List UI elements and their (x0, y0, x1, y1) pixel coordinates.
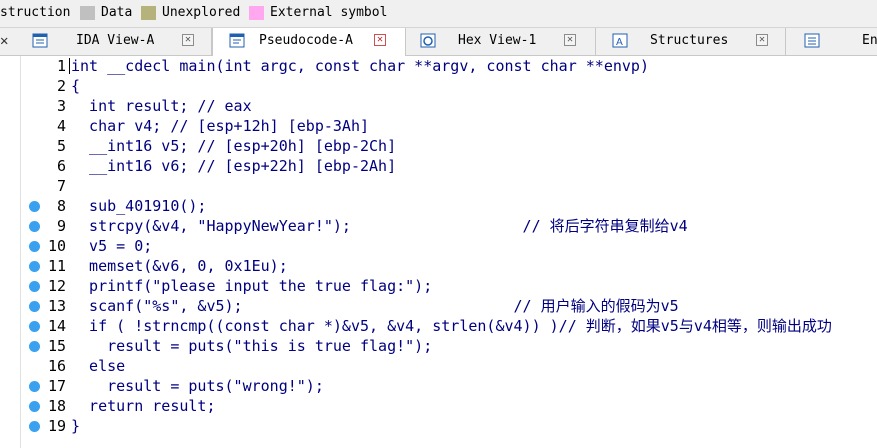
tab-label: Structures (650, 33, 729, 48)
legend-item-external-symbol: External symbol (270, 5, 388, 20)
line-number: 2 (56, 77, 66, 95)
code-text: int __cdecl main(int argc, const char **… (71, 57, 649, 75)
code-text: __int16 v6; // [esp+22h] [ebp-2Ah] (71, 157, 397, 175)
tab-ida-view-a[interactable]: IDA View-A ✕ (22, 28, 212, 55)
line-number: 12 (47, 277, 66, 295)
line-number: 16 (47, 357, 66, 375)
code-text: memset(&v6, 0, 0x1Eu); (71, 257, 288, 275)
line-number: 1 (56, 57, 66, 75)
code-text: } (71, 417, 81, 435)
code-line[interactable]: 17 result = puts("wrong!"); (0, 376, 877, 396)
code-line[interactable]: 6 __int16 v6; // [esp+22h] [ebp-2Ah] (0, 156, 877, 176)
code-line[interactable]: 7 (0, 176, 877, 196)
code-text: scanf("%s", &v5); // 用户输入的假码为v5 (71, 297, 679, 315)
code-line[interactable]: 3 int result; // eax (0, 96, 877, 116)
tab-label: En (862, 33, 877, 48)
tab-label: Hex View-1 (458, 33, 537, 48)
structures-icon: A (612, 33, 628, 48)
code-line[interactable]: 2{ (0, 76, 877, 96)
code-line[interactable]: 16 else (0, 356, 877, 376)
legend-swatch-data (80, 6, 95, 20)
code-line[interactable]: 11 memset(&v6, 0, 0x1Eu); (0, 256, 877, 276)
legend-item-unexplored: Unexplored (162, 5, 241, 20)
code-text: else (71, 357, 126, 375)
tab-hex-view-1[interactable]: Hex View-1 ✕ (406, 28, 596, 55)
ida-view-icon (32, 33, 48, 48)
tab-enums[interactable]: En (786, 28, 877, 55)
code-text: return result; (71, 397, 216, 415)
line-number: 6 (56, 157, 66, 175)
tab-close-icon[interactable]: ✕ (564, 34, 576, 46)
line-number: 11 (47, 257, 66, 275)
line-number: 18 (47, 397, 66, 415)
line-number: 5 (56, 137, 66, 155)
tab-bar: ✕ IDA View-A ✕ Pseudocode-A ✕ Hex View-1… (0, 28, 877, 56)
pseudocode-icon (229, 33, 245, 48)
code-text: { (71, 77, 81, 95)
tab-close-icon[interactable]: ✕ (182, 34, 194, 46)
tab-close-icon[interactable]: ✕ (374, 34, 386, 46)
code-line[interactable]: 15 result = puts("this is true flag!"); (0, 336, 877, 356)
code-text: __int16 v5; // [esp+20h] [ebp-2Ch] (71, 137, 397, 155)
code-line[interactable]: 1 int __cdecl main(int argc, const char *… (0, 56, 877, 76)
code-line[interactable]: 9 strcpy(&v4, "HappyNewYear!"); // 将后字符串… (0, 216, 877, 236)
code-text: result = puts("this is true flag!"); (71, 337, 433, 355)
line-number: 10 (47, 237, 66, 255)
text-cursor (69, 58, 70, 74)
code-text: sub_401910(); (71, 197, 207, 215)
legend-swatch-unexplored (141, 6, 156, 20)
pseudocode-editor[interactable]: 1 int __cdecl main(int argc, const char *… (0, 56, 877, 448)
enums-icon (804, 33, 820, 48)
line-number: 14 (47, 317, 66, 335)
line-number: 19 (47, 417, 66, 435)
hex-view-icon (420, 33, 436, 48)
legend-item-instruction: struction (0, 5, 71, 20)
close-icon[interactable]: ✕ (0, 28, 20, 55)
line-number: 15 (47, 337, 66, 355)
color-legend: struction Data Unexplored External symbo… (0, 0, 877, 28)
code-text: result = puts("wrong!"); (71, 377, 324, 395)
code-line[interactable]: 18 return result; (0, 396, 877, 416)
code-line[interactable]: 19} (0, 416, 877, 436)
tab-label: IDA View-A (76, 33, 155, 48)
code-text: char v4; // [esp+12h] [ebp-3Ah] (71, 117, 370, 135)
code-text: strcpy(&v4, "HappyNewYear!"); // 将后字符串复制… (71, 217, 688, 235)
line-number: 8 (56, 197, 66, 215)
legend-swatch-external-symbol (249, 6, 264, 20)
tab-label: Pseudocode-A (259, 33, 353, 48)
svg-text:A: A (616, 37, 623, 48)
code-line[interactable]: 14 if ( !strncmp((const char *)&v5, &v4,… (0, 316, 877, 336)
code-text: int result; // eax (71, 97, 252, 115)
code-line[interactable]: 10 v5 = 0; (0, 236, 877, 256)
line-number: 4 (56, 117, 66, 135)
tab-close-icon[interactable]: ✕ (756, 34, 768, 46)
code-line[interactable]: 12 printf("please input the true flag:")… (0, 276, 877, 296)
legend-item-data: Data (101, 5, 133, 20)
code-text: if ( !strncmp((const char *)&v5, &v4, st… (71, 317, 832, 335)
code-text: printf("please input the true flag:"); (71, 277, 433, 295)
line-number: 9 (56, 217, 66, 235)
code-text: v5 = 0; (71, 237, 153, 255)
tab-pseudocode-a[interactable]: Pseudocode-A ✕ (212, 28, 406, 56)
tab-structures[interactable]: A Structures ✕ (596, 28, 786, 55)
line-number: 3 (56, 97, 66, 115)
code-line[interactable]: 13 scanf("%s", &v5); // 用户输入的假码为v5 (0, 296, 877, 316)
code-line[interactable]: 5 __int16 v5; // [esp+20h] [ebp-2Ch] (0, 136, 877, 156)
line-number: 7 (56, 177, 66, 195)
line-number: 17 (47, 377, 66, 395)
code-line[interactable]: 8 sub_401910(); (0, 196, 877, 216)
code-line[interactable]: 4 char v4; // [esp+12h] [ebp-3Ah] (0, 116, 877, 136)
line-number: 13 (47, 297, 66, 315)
